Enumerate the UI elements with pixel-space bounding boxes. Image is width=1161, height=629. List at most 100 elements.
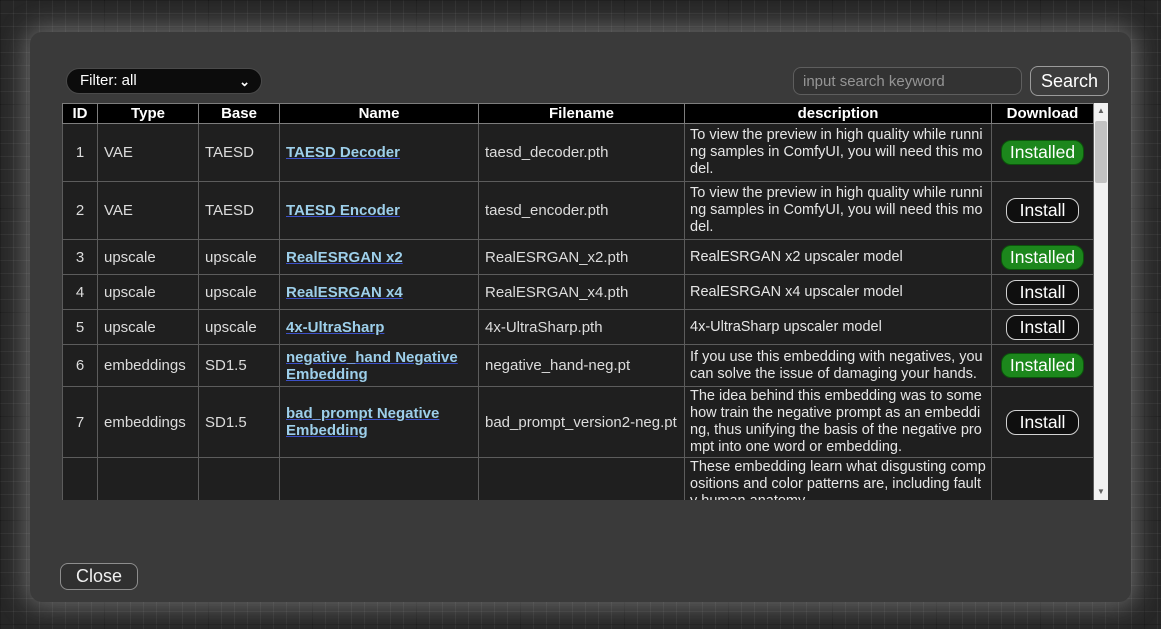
cell-filename: RealESRGAN_x2.pth (479, 240, 685, 275)
install-models-dialog: Filter: all ⌄ Search IDTypeBaseNameFilen… (30, 32, 1131, 602)
cell-id: 3 (63, 240, 98, 275)
model-name-link[interactable]: TAESD Encoder (286, 202, 400, 219)
table-row: 6embeddingsSD1.5negative_hand Negative E… (63, 345, 1094, 387)
close-button[interactable]: Close (60, 563, 138, 590)
model-name-link[interactable]: TAESD Decoder (286, 144, 400, 161)
cell-base: upscale (199, 275, 280, 310)
model-table: IDTypeBaseNameFilenamedescriptionDownloa… (62, 103, 1094, 500)
cell-description: 4x-UltraSharp upscaler model (685, 310, 992, 345)
cell-id: 4 (63, 275, 98, 310)
cell-base: SD1.5 (199, 345, 280, 387)
scrollbar-up-icon[interactable]: ▲ (1094, 103, 1108, 119)
cell-filename: taesd_encoder.pth (479, 182, 685, 240)
cell-filename: taesd_decoder.pth (479, 124, 685, 182)
cell-description: To view the preview in high quality whil… (685, 124, 992, 182)
model-name-link[interactable]: RealESRGAN x2 (286, 249, 403, 266)
cell-download: Install (992, 387, 1094, 458)
table-row: 5upscaleupscale4x-UltraSharp4x-UltraShar… (63, 310, 1094, 345)
table-row: 4upscaleupscaleRealESRGAN x4RealESRGAN_x… (63, 275, 1094, 310)
cell-filename: 4x-UltraSharp.pth (479, 310, 685, 345)
column-header-base: Base (199, 104, 280, 124)
cell-description: RealESRGAN x2 upscaler model (685, 240, 992, 275)
table-row: 7embeddingsSD1.5bad_prompt Negative Embe… (63, 387, 1094, 458)
model-name-link[interactable]: negative_hand Negative Embedding (286, 349, 458, 383)
cell-base: TAESD (199, 124, 280, 182)
installed-button[interactable]: Installed (1001, 353, 1084, 378)
model-table-body: 1VAETAESDTAESD Decodertaesd_decoder.pthT… (63, 124, 1094, 501)
cell-type: upscale (98, 275, 199, 310)
cell-type: upscale (98, 310, 199, 345)
cell-name: RealESRGAN x2 (280, 240, 479, 275)
install-button[interactable]: Install (1006, 315, 1080, 340)
cell-type: VAE (98, 124, 199, 182)
cell-base: upscale (199, 240, 280, 275)
installed-button[interactable]: Installed (1001, 140, 1084, 165)
cell-id: 2 (63, 182, 98, 240)
cell-type: embeddings (98, 387, 199, 458)
cell-description: RealESRGAN x4 upscaler model (685, 275, 992, 310)
column-header-description: description (685, 104, 992, 124)
cell-type: VAE (98, 182, 199, 240)
cell-download: Install (992, 275, 1094, 310)
cell-id (63, 458, 98, 501)
column-header-name: Name (280, 104, 479, 124)
cell-download: Installed (992, 240, 1094, 275)
filter-dropdown[interactable]: Filter: all ⌄ (66, 68, 262, 94)
cell-base: SD1.5 (199, 387, 280, 458)
table-header-row: IDTypeBaseNameFilenamedescriptionDownloa… (63, 104, 1094, 124)
cell-filename (479, 458, 685, 501)
cell-type: embeddings (98, 345, 199, 387)
cell-description: These embedding learn what disgusting co… (685, 458, 992, 501)
cell-id: 7 (63, 387, 98, 458)
cell-base (199, 458, 280, 501)
cell-base: upscale (199, 310, 280, 345)
filter-dropdown-label: Filter: all (80, 72, 137, 89)
search-input[interactable] (793, 67, 1022, 95)
installed-button[interactable]: Installed (1001, 245, 1084, 270)
cell-id: 6 (63, 345, 98, 387)
cell-download: Installed (992, 345, 1094, 387)
cell-download: Installed (992, 124, 1094, 182)
scrollbar-down-icon[interactable]: ▼ (1094, 484, 1108, 500)
cell-base: TAESD (199, 182, 280, 240)
chevron-down-icon: ⌄ (239, 70, 250, 94)
model-name-link[interactable]: bad_prompt Negative Embedding (286, 405, 439, 439)
table-row: These embedding learn what disgusting co… (63, 458, 1094, 501)
cell-description: If you use this embedding with negatives… (685, 345, 992, 387)
cell-id: 1 (63, 124, 98, 182)
cell-type: upscale (98, 240, 199, 275)
search-button[interactable]: Search (1030, 66, 1109, 96)
cell-description: To view the preview in high quality whil… (685, 182, 992, 240)
column-header-id: ID (63, 104, 98, 124)
cell-filename: bad_prompt_version2-neg.pt (479, 387, 685, 458)
cell-download: Install (992, 310, 1094, 345)
cell-description: The idea behind this embedding was to so… (685, 387, 992, 458)
install-button[interactable]: Install (1006, 198, 1080, 223)
cell-id: 5 (63, 310, 98, 345)
model-table-zone: IDTypeBaseNameFilenamedescriptionDownloa… (62, 103, 1108, 500)
column-header-filename: Filename (479, 104, 685, 124)
model-name-link[interactable]: 4x-UltraSharp (286, 319, 384, 336)
cell-name: 4x-UltraSharp (280, 310, 479, 345)
column-header-download: Download (992, 104, 1094, 124)
cell-name: TAESD Decoder (280, 124, 479, 182)
install-button[interactable]: Install (1006, 280, 1080, 305)
column-header-type: Type (98, 104, 199, 124)
install-button[interactable]: Install (1006, 410, 1080, 435)
table-row: 2VAETAESD TAESD Encoder taesd_encoder.pthT… (63, 182, 1094, 240)
cell-type (98, 458, 199, 501)
table-row: 1VAETAESD TAESD Decoder taesd_decoder.pthT… (63, 124, 1094, 182)
model-name-link[interactable]: RealESRGAN x4 (286, 284, 403, 301)
cell-name: RealESRGAN x4 (280, 275, 479, 310)
scrollbar-thumb[interactable] (1095, 121, 1107, 183)
cell-download (992, 458, 1094, 501)
model-table-viewport: IDTypeBaseNameFilenamedescriptionDownloa… (62, 103, 1094, 500)
cell-download: Install (992, 182, 1094, 240)
cell-name (280, 458, 479, 501)
cell-filename: negative_hand-neg.pt (479, 345, 685, 387)
table-row: 3upscaleupscaleRealESRGAN x2RealESRGAN_x… (63, 240, 1094, 275)
cell-filename: RealESRGAN_x4.pth (479, 275, 685, 310)
table-scrollbar[interactable]: ▲ ▼ (1094, 103, 1108, 500)
cell-name: negative_hand Negative Embedding (280, 345, 479, 387)
cell-name: TAESD Encoder (280, 182, 479, 240)
